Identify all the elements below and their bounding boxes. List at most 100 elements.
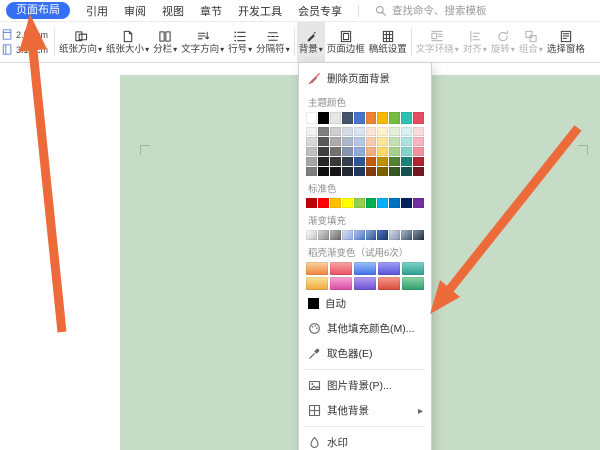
color-swatch[interactable] (342, 230, 353, 240)
color-swatch[interactable] (389, 147, 400, 156)
color-swatch[interactable] (306, 112, 317, 124)
color-swatch[interactable] (306, 137, 317, 146)
color-swatch[interactable] (342, 127, 353, 136)
menu-item-color-picker[interactable]: 取色器(E) (299, 341, 431, 366)
color-swatch[interactable] (389, 157, 400, 166)
color-swatch[interactable] (330, 157, 341, 166)
tab-dev-tools[interactable]: 开发工具 (238, 3, 282, 19)
color-swatch[interactable] (377, 112, 388, 124)
menu-item-more-fill-colors[interactable]: 其他填充颜色(M)... (299, 316, 431, 341)
color-swatch[interactable] (366, 127, 377, 136)
color-swatch[interactable] (306, 157, 317, 166)
tab-page-layout[interactable]: 页面布局 (6, 2, 70, 19)
menu-item-automatic[interactable]: 自动 (299, 291, 431, 316)
text-wrap-button[interactable]: 文字环绕 (414, 22, 461, 62)
color-swatch[interactable] (366, 147, 377, 156)
color-swatch[interactable] (401, 112, 412, 124)
color-swatch[interactable] (306, 147, 317, 156)
color-swatch[interactable] (389, 167, 400, 176)
color-swatch[interactable] (401, 147, 412, 156)
color-swatch[interactable] (330, 262, 352, 275)
color-swatch[interactable] (342, 137, 353, 146)
background-button[interactable]: 背景 (297, 22, 325, 62)
color-swatch[interactable] (377, 167, 388, 176)
group-button[interactable]: 组合 (517, 22, 545, 62)
color-swatch[interactable] (401, 230, 412, 240)
color-swatch[interactable] (366, 230, 377, 240)
color-swatch[interactable] (389, 198, 400, 208)
separator-button[interactable]: 分隔符 (254, 22, 292, 62)
tab-member[interactable]: 会员专享 (298, 3, 342, 19)
color-swatch[interactable] (389, 230, 400, 240)
color-swatch[interactable] (377, 137, 388, 146)
color-swatch[interactable] (354, 198, 365, 208)
color-swatch[interactable] (342, 112, 353, 124)
color-swatch[interactable] (354, 230, 365, 240)
margin-top-field[interactable]: 2.54 cm (2, 29, 48, 40)
color-swatch[interactable] (330, 167, 341, 176)
color-swatch[interactable] (342, 147, 353, 156)
menu-item-delete-page-background[interactable]: 删除页面背景 (299, 66, 431, 91)
command-search[interactable]: 查找命令、搜索模板 (375, 3, 487, 18)
color-swatch[interactable] (306, 230, 317, 240)
menu-item-picture-background[interactable]: 图片背景(P)... (299, 373, 431, 398)
color-swatch[interactable] (306, 262, 328, 275)
color-swatch[interactable] (342, 167, 353, 176)
color-swatch[interactable] (318, 137, 329, 146)
color-swatch[interactable] (354, 167, 365, 176)
text-direction-button[interactable]: 文字方向 (179, 22, 226, 62)
color-swatch[interactable] (413, 137, 424, 146)
color-swatch[interactable] (318, 157, 329, 166)
color-swatch[interactable] (389, 127, 400, 136)
color-swatch[interactable] (306, 127, 317, 136)
color-swatch[interactable] (377, 127, 388, 136)
tab-section[interactable]: 章节 (200, 3, 222, 19)
color-swatch[interactable] (401, 167, 412, 176)
color-swatch[interactable] (401, 157, 412, 166)
color-swatch[interactable] (413, 112, 424, 124)
color-swatch[interactable] (330, 230, 341, 240)
line-number-button[interactable]: 行号 (226, 22, 254, 62)
color-swatch[interactable] (401, 137, 412, 146)
margin-left-field[interactable]: 3.18 cm (2, 44, 48, 55)
color-swatch[interactable] (318, 198, 329, 208)
color-swatch[interactable] (377, 147, 388, 156)
color-swatch[interactable] (377, 198, 388, 208)
menu-item-watermark[interactable]: 水印 (299, 430, 431, 450)
color-swatch[interactable] (330, 112, 341, 124)
color-swatch[interactable] (306, 277, 328, 290)
color-swatch[interactable] (389, 137, 400, 146)
color-swatch[interactable] (354, 157, 365, 166)
menu-item-other-backgrounds[interactable]: 其他背景 (299, 398, 431, 423)
color-swatch[interactable] (306, 198, 317, 208)
color-swatch[interactable] (389, 112, 400, 124)
color-swatch[interactable] (342, 157, 353, 166)
color-swatch[interactable] (354, 137, 365, 146)
color-swatch[interactable] (330, 137, 341, 146)
color-swatch[interactable] (377, 230, 388, 240)
color-swatch[interactable] (330, 277, 352, 290)
color-swatch[interactable] (401, 127, 412, 136)
page-border-button[interactable]: 页面边框 (325, 22, 367, 62)
selection-pane-button[interactable]: 选择窗格 (545, 22, 587, 62)
color-swatch[interactable] (366, 157, 377, 166)
tab-review[interactable]: 审阅 (124, 3, 146, 19)
color-swatch[interactable] (402, 262, 424, 275)
color-swatch[interactable] (413, 147, 424, 156)
paper-grid-button[interactable]: 稿纸设置 (367, 22, 409, 62)
color-swatch[interactable] (378, 262, 400, 275)
color-swatch[interactable] (318, 230, 329, 240)
color-swatch[interactable] (354, 147, 365, 156)
color-swatch[interactable] (354, 127, 365, 136)
color-swatch[interactable] (413, 167, 424, 176)
tab-references[interactable]: 引用 (86, 3, 108, 19)
color-swatch[interactable] (342, 198, 353, 208)
align-button[interactable]: 对齐 (461, 22, 489, 62)
color-swatch[interactable] (330, 147, 341, 156)
color-swatch[interactable] (366, 112, 377, 124)
color-swatch[interactable] (306, 167, 317, 176)
rotate-button[interactable]: 旋转 (489, 22, 517, 62)
color-swatch[interactable] (413, 157, 424, 166)
color-swatch[interactable] (401, 198, 412, 208)
color-swatch[interactable] (366, 137, 377, 146)
